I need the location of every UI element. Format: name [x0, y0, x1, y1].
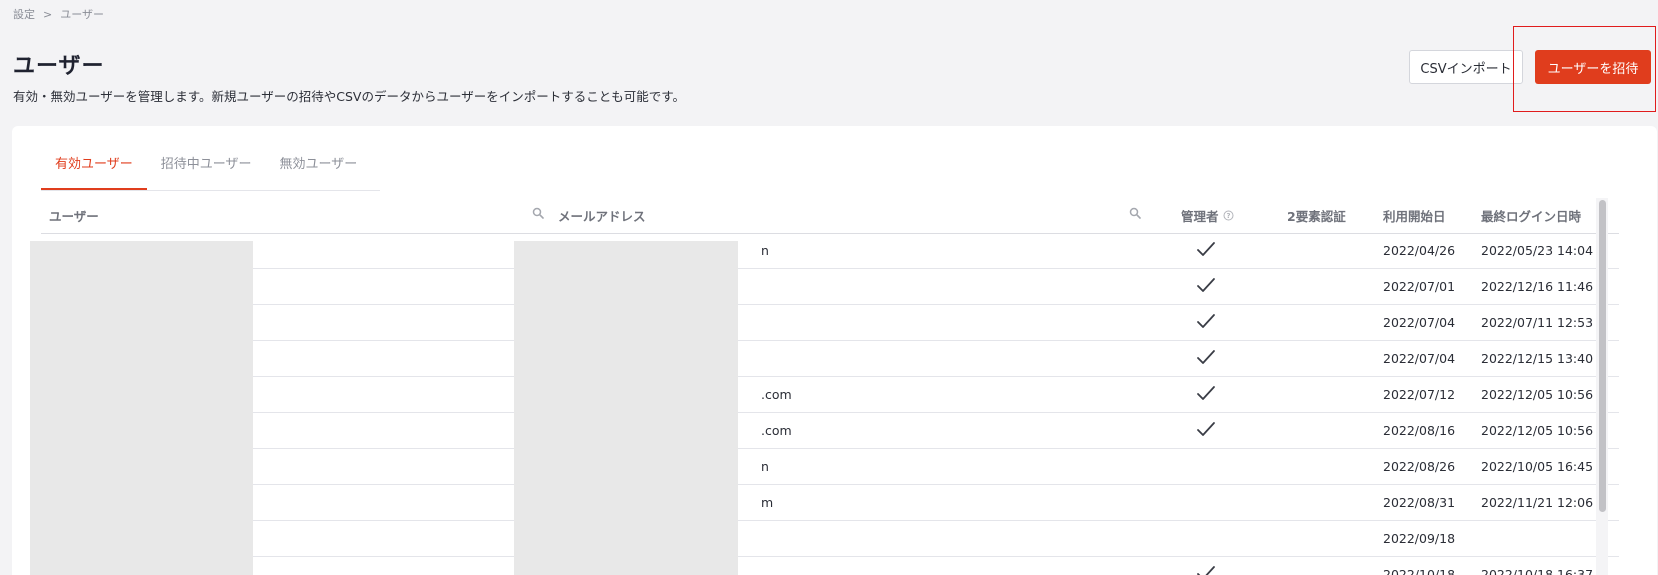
table-row[interactable]: .com 2022/07/12 2022/12/05 10:56	[41, 377, 1619, 413]
start-date-cell: 2022/07/04	[1383, 351, 1456, 366]
last-login-cell: 2022/11/21 12:06	[1481, 495, 1594, 510]
start-date-cell: 2022/07/12	[1383, 387, 1456, 402]
user-tabs: 有効ユーザー 招待中ユーザー 無効ユーザー	[41, 150, 380, 191]
start-date-cell: 2022/10/18	[1383, 567, 1456, 575]
last-login-cell: 2022/10/05 16:45	[1481, 459, 1594, 474]
last-login-cell: 2022/12/05 10:56	[1481, 387, 1594, 402]
table-body: n 2022/04/26 2022/05/23 14:04 2022/07/01 202…	[41, 233, 1619, 575]
breadcrumb-settings[interactable]: 設定	[13, 6, 35, 22]
email-text: .com	[761, 387, 792, 402]
last-login-cell: 2022/07/11 12:53	[1481, 315, 1594, 330]
table-row[interactable]: 2022/10/18 2022/10/18 16:37	[41, 557, 1619, 575]
start-date-cell: 2022/09/18	[1383, 531, 1456, 546]
table-row[interactable]: 2022/07/04 2022/12/15 13:40	[41, 341, 1619, 377]
admin-check-icon	[1197, 278, 1215, 292]
page-description: 有効・無効ユーザーを管理します。新規ユーザーの招待やCSVのデータからユーザーを…	[13, 89, 685, 104]
start-date-cell: 2022/08/16	[1383, 423, 1456, 438]
admin-check-icon	[1197, 422, 1215, 436]
column-header-admin: 管理者 ?	[1181, 206, 1234, 225]
breadcrumb: 設定 > ユーザー	[13, 6, 104, 22]
user-search-icon[interactable]	[532, 207, 544, 219]
last-login-cell: 2022/12/16 11:46	[1481, 279, 1594, 294]
column-header-start-date: 利用開始日	[1383, 209, 1446, 224]
admin-check-icon	[1197, 350, 1215, 364]
admin-check-icon	[1197, 314, 1215, 328]
email-text: .com	[761, 423, 792, 438]
last-login-cell: 2022/05/23 14:04	[1481, 243, 1594, 258]
help-icon[interactable]: ?	[1223, 210, 1234, 221]
table-row[interactable]: n 2022/08/26 2022/10/05 16:45	[41, 449, 1619, 485]
users-card: 有効ユーザー 招待中ユーザー 無効ユーザー ユーザー メールアドレス 管理者 ?…	[12, 126, 1657, 575]
table-header: ユーザー メールアドレス 管理者 ? 2要素認証 利用開始日 最終ログイン日時	[41, 196, 1619, 234]
table-row[interactable]: m 2022/08/31 2022/11/21 12:06	[41, 485, 1619, 521]
email-text: n	[761, 459, 769, 474]
table-row[interactable]: 2022/07/04 2022/07/11 12:53	[41, 305, 1619, 341]
start-date-cell: 2022/08/31	[1383, 495, 1456, 510]
tab-active-users[interactable]: 有効ユーザー	[41, 150, 147, 190]
page-title: ユーザー	[13, 54, 105, 79]
last-login-cell: 2022/12/05 10:56	[1481, 423, 1594, 438]
start-date-cell: 2022/08/26	[1383, 459, 1456, 474]
column-header-last-login: 最終ログイン日時	[1481, 209, 1582, 224]
scrollbar-thumb[interactable]	[1599, 200, 1606, 512]
table-row[interactable]: n 2022/04/26 2022/05/23 14:04	[41, 233, 1619, 269]
csv-import-button[interactable]: CSVインポート	[1409, 50, 1523, 84]
start-date-cell: 2022/07/01	[1383, 279, 1456, 294]
admin-check-icon	[1197, 386, 1215, 400]
user-settings-page: 設定 > ユーザー ユーザー 有効・無効ユーザーを管理します。新規ユーザーの招待…	[0, 0, 1658, 575]
email-text: m	[761, 495, 774, 510]
admin-check-icon	[1197, 566, 1215, 575]
start-date-cell: 2022/07/04	[1383, 315, 1456, 330]
users-table: ユーザー メールアドレス 管理者 ? 2要素認証 利用開始日 最終ログイン日時 …	[41, 196, 1619, 575]
table-row[interactable]: .com 2022/08/16 2022/12/05 10:56	[41, 413, 1619, 449]
email-text: n	[761, 243, 769, 258]
tab-invited-users[interactable]: 招待中ユーザー	[147, 150, 266, 190]
redacted-email-column	[514, 241, 738, 575]
admin-check-icon	[1197, 242, 1215, 256]
column-header-user: ユーザー	[49, 209, 99, 224]
column-header-email: メールアドレス	[558, 209, 646, 224]
tab-disabled-users[interactable]: 無効ユーザー	[266, 150, 372, 190]
table-row[interactable]: 2022/09/18	[41, 521, 1619, 557]
table-row[interactable]: 2022/07/01 2022/12/16 11:46	[41, 269, 1619, 305]
column-header-two-factor: 2要素認証	[1287, 209, 1346, 224]
redacted-user-column	[30, 241, 253, 575]
breadcrumb-separator: >	[43, 7, 53, 21]
breadcrumb-users: ユーザー	[60, 8, 104, 21]
email-search-icon[interactable]	[1129, 207, 1141, 219]
start-date-cell: 2022/04/26	[1383, 243, 1456, 258]
svg-text:?: ?	[1226, 212, 1230, 220]
invite-user-button[interactable]: ユーザーを招待	[1535, 50, 1651, 84]
last-login-cell: 2022/10/18 16:37	[1481, 567, 1594, 575]
last-login-cell: 2022/12/15 13:40	[1481, 351, 1594, 366]
